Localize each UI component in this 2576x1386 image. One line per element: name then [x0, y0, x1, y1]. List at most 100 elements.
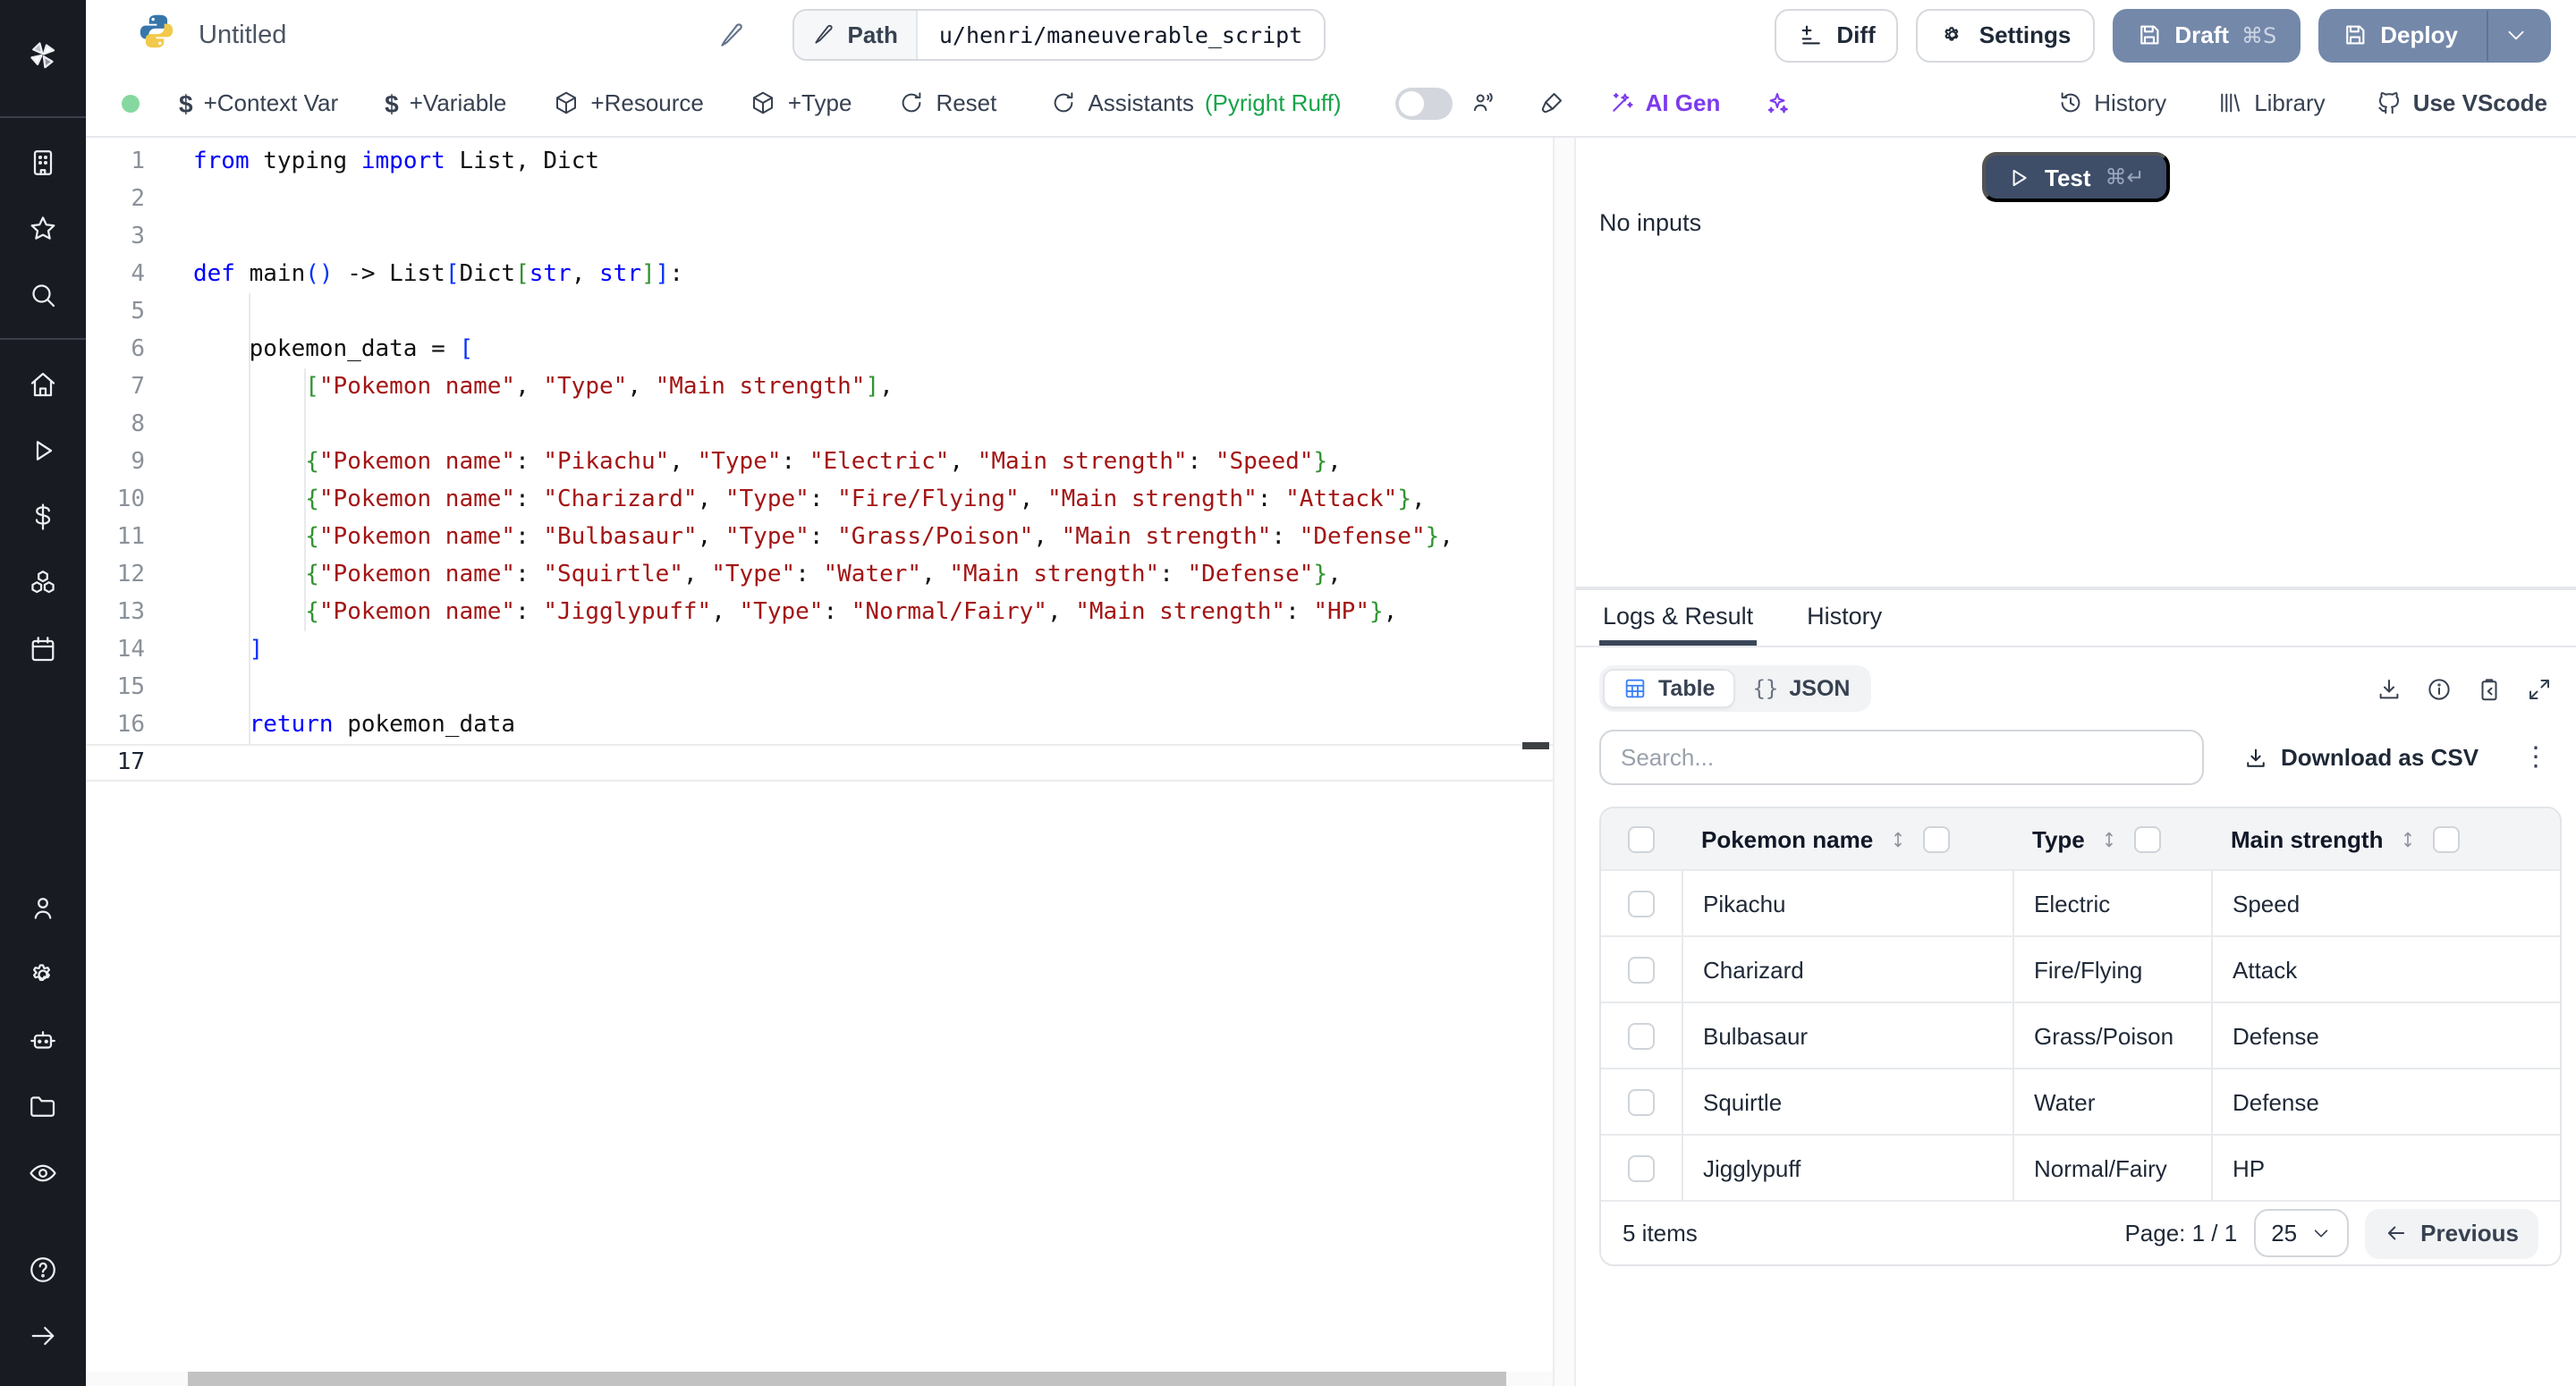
line-number: 2 — [86, 181, 179, 218]
sidebar-item-settings[interactable] — [0, 941, 86, 1007]
history-button[interactable]: History — [2056, 89, 2166, 116]
assistants-button[interactable]: Assistants (Pyright Ruff) — [1050, 89, 1341, 116]
sidebar-item-workspace[interactable] — [0, 129, 86, 195]
add-context-var-button[interactable]: $ +Context Var — [179, 89, 338, 117]
row-checkbox[interactable] — [1628, 1088, 1655, 1115]
editor-horizontal-scrollbar[interactable] — [86, 1372, 1553, 1386]
sidebar-item-audit-logs[interactable] — [0, 1139, 86, 1205]
sidebar-item-search[interactable] — [0, 261, 86, 327]
code-line-15[interactable]: 15 — [86, 669, 1553, 706]
table-row[interactable]: PikachuElectricSpeed — [1601, 869, 2560, 935]
library-button[interactable]: Library — [2216, 89, 2326, 116]
table-toggle-label: Table — [1658, 676, 1715, 701]
copy-clipboard-icon[interactable] — [2476, 675, 2503, 702]
multiplayer-toggle[interactable] — [1395, 87, 1453, 119]
deploy-dropdown-button[interactable] — [2487, 10, 2528, 60]
row-checkbox[interactable] — [1628, 1154, 1655, 1181]
use-vscode-button[interactable]: Use VScode — [2376, 89, 2547, 116]
reset-button[interactable]: Reset — [898, 89, 996, 116]
info-icon[interactable] — [2426, 675, 2453, 702]
add-type-button[interactable]: +Type — [750, 89, 852, 116]
table-row[interactable]: BulbasaurGrass/PoisonDefense — [1601, 1001, 2560, 1068]
sidebar-item-folders[interactable] — [0, 1073, 86, 1139]
code-editor[interactable]: 1from typing import List, Dict234def mai… — [86, 138, 1553, 1386]
path-value[interactable]: u/henri/maneuverable_script — [918, 11, 1324, 59]
view-toggle-json[interactable]: {} JSON — [1734, 671, 1868, 706]
code-line-11[interactable]: 11 {"Pokemon name": "Bulbasaur", "Type":… — [86, 519, 1553, 556]
code-line-2[interactable]: 2 — [86, 181, 1553, 218]
path-label-chip[interactable]: Path — [794, 11, 918, 59]
sidebar-item-runs[interactable] — [0, 417, 86, 483]
code-line-6[interactable]: 6 pokemon_data = [ — [86, 331, 1553, 368]
panel-splitter[interactable] — [1553, 138, 1576, 1386]
code-line-1[interactable]: 1from typing import List, Dict — [86, 143, 1553, 181]
code-line-8[interactable]: 8 — [86, 406, 1553, 444]
page-size-select[interactable]: 25 — [2253, 1209, 2349, 1257]
deploy-button[interactable]: Deploy — [2318, 8, 2551, 62]
tab-history[interactable]: History — [1803, 590, 1885, 646]
sidebar-item-resources[interactable] — [0, 549, 86, 615]
tab-logs-result[interactable]: Logs & Result — [1599, 590, 1757, 646]
format-code-button[interactable] — [1538, 89, 1565, 116]
column-filter-checkbox[interactable] — [1923, 825, 1950, 852]
table-row[interactable]: SquirtleWaterDefense — [1601, 1068, 2560, 1134]
download-csv-button[interactable]: Download as CSV — [2243, 744, 2479, 771]
sidebar-item-workers[interactable] — [0, 1007, 86, 1073]
expand-icon[interactable] — [2526, 675, 2553, 702]
code-line-5[interactable]: 5 — [86, 293, 1553, 331]
row-checkbox[interactable] — [1628, 1022, 1655, 1049]
diff-button[interactable]: Diff — [1774, 8, 1898, 62]
previous-page-button[interactable]: Previous — [2365, 1208, 2538, 1258]
line-content — [179, 669, 193, 706]
code-line-13[interactable]: 13 {"Pokemon name": "Jigglypuff", "Type"… — [86, 594, 1553, 631]
sort-icon[interactable] — [2397, 827, 2419, 850]
table-row[interactable]: CharizardFire/FlyingAttack — [1601, 935, 2560, 1001]
column-filter-checkbox[interactable] — [2135, 825, 2162, 852]
sidebar-item-schedules[interactable] — [0, 615, 86, 681]
code-line-10[interactable]: 10 {"Pokemon name": "Charizard", "Type":… — [86, 481, 1553, 519]
code-line-9[interactable]: 9 {"Pokemon name": "Pikachu", "Type": "E… — [86, 444, 1553, 481]
scrollbar-thumb[interactable] — [188, 1372, 1506, 1386]
code-line-17[interactable]: 17 — [86, 744, 1553, 782]
ai-sparkles-button[interactable] — [1763, 89, 1790, 116]
sidebar-expand-button[interactable] — [0, 1302, 86, 1368]
code-line-16[interactable]: 16 return pokemon_data — [86, 706, 1553, 744]
code-line-7[interactable]: 7 ["Pokemon name", "Type", "Main strengt… — [86, 368, 1553, 406]
draft-label: Draft — [2174, 21, 2229, 48]
sort-icon[interactable] — [1887, 827, 1909, 850]
more-options-kebab-icon[interactable]: ⋮ — [2522, 744, 2549, 771]
row-checkbox[interactable] — [1628, 890, 1655, 917]
sort-icon[interactable] — [2099, 827, 2121, 850]
table-row[interactable]: JigglypuffNormal/FairyHP — [1601, 1134, 2560, 1200]
sidebar-item-home[interactable] — [0, 351, 86, 417]
line-content: pokemon_data = [ — [179, 331, 473, 368]
path-field[interactable]: Path u/henri/maneuverable_script — [792, 9, 1326, 61]
multiplayer-users-button[interactable] — [1469, 89, 1496, 116]
add-variable-button[interactable]: $ +Variable — [385, 89, 506, 117]
view-toggle-table[interactable]: Table — [1603, 669, 1734, 708]
code-line-3[interactable]: 3 — [86, 218, 1553, 256]
download-icon[interactable] — [2376, 675, 2402, 702]
column-header-pokemon-name: Pokemon name — [1701, 825, 1873, 852]
settings-button[interactable]: Settings — [1917, 8, 2095, 62]
sidebar-item-variables[interactable] — [0, 483, 86, 549]
code-line-14[interactable]: 14 ] — [86, 631, 1553, 669]
code-line-4[interactable]: 4def main() -> List[Dict[str, str]]: — [86, 256, 1553, 293]
edit-summary-pencil-icon[interactable] — [717, 21, 746, 49]
eye-icon — [27, 1156, 59, 1188]
github-icon — [2376, 89, 2402, 116]
result-search-input[interactable] — [1599, 730, 2204, 785]
column-filter-checkbox[interactable] — [2433, 825, 2460, 852]
ai-gen-button[interactable]: AI Gen — [1608, 89, 1721, 116]
add-resource-button[interactable]: +Resource — [553, 89, 703, 116]
code-line-12[interactable]: 12 {"Pokemon name": "Squirtle", "Type": … — [86, 556, 1553, 594]
sidebar-item-users[interactable] — [0, 875, 86, 941]
select-all-checkbox[interactable] — [1628, 825, 1655, 852]
test-label: Test — [2045, 164, 2091, 190]
windmill-logo-icon[interactable] — [0, 21, 86, 88]
sidebar-item-help[interactable] — [0, 1236, 86, 1302]
draft-button[interactable]: Draft ⌘S — [2112, 8, 2300, 62]
test-button[interactable]: Test ⌘↵ — [1982, 152, 2170, 202]
row-checkbox[interactable] — [1628, 956, 1655, 983]
sidebar-item-favorites[interactable] — [0, 195, 86, 261]
